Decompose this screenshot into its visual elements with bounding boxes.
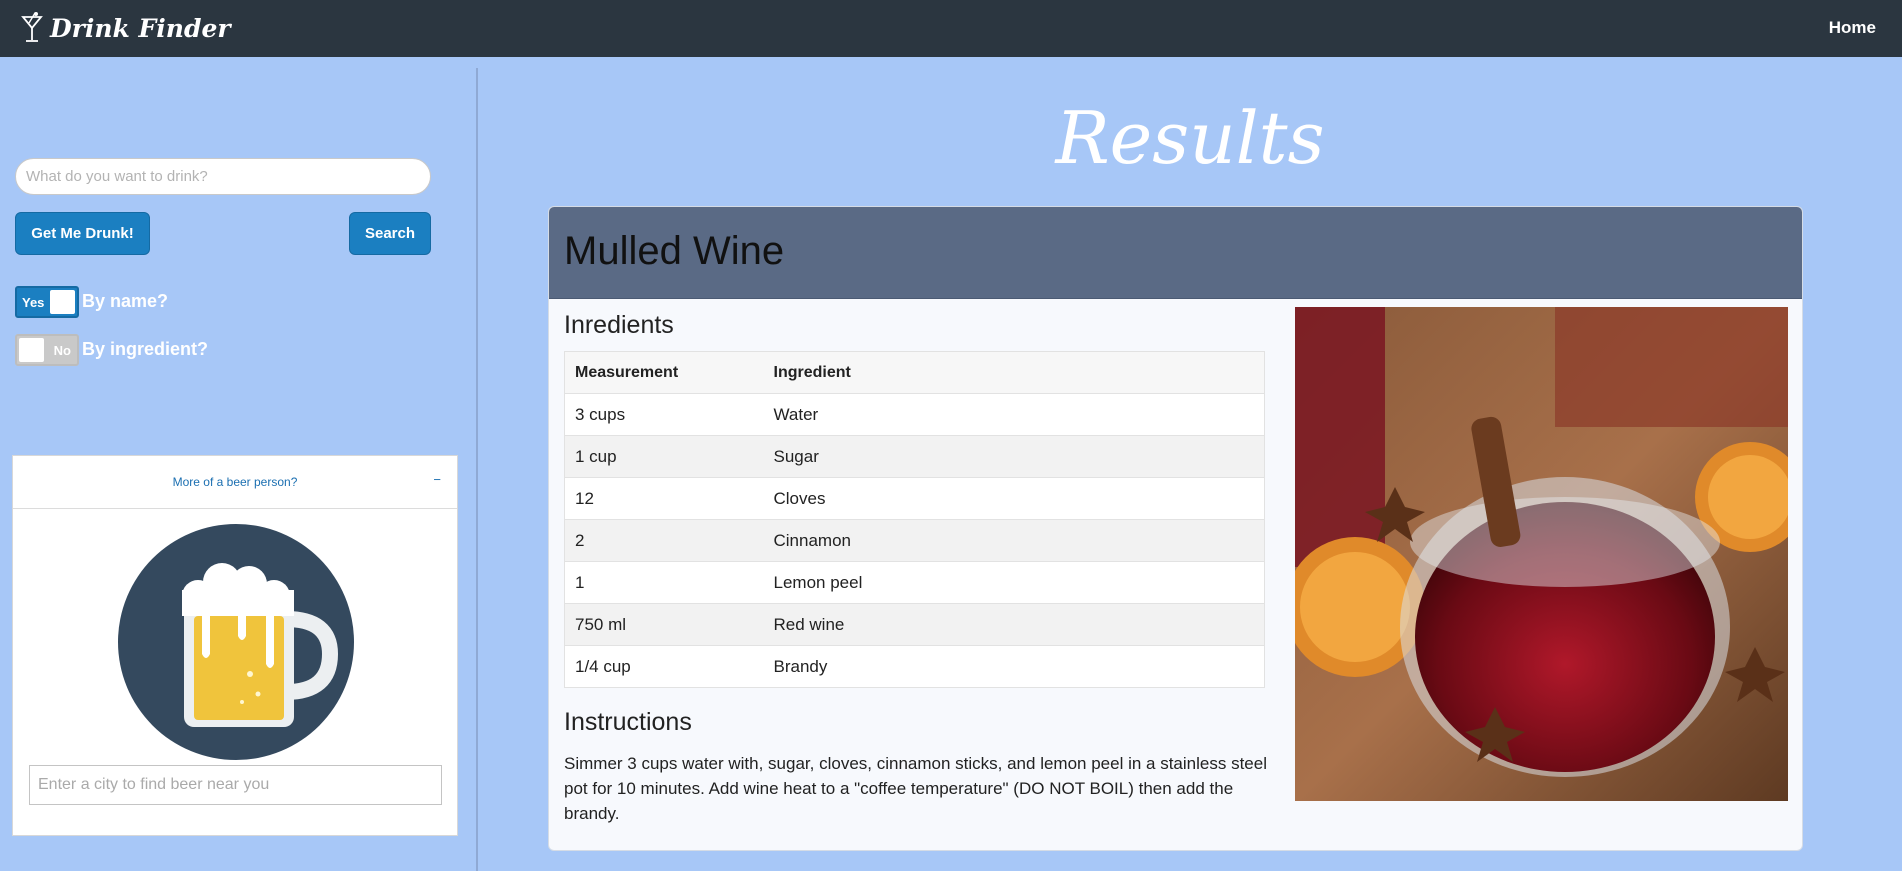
toggle-state-label: No (53, 343, 71, 358)
by-ingredient-label: By ingredient? (82, 339, 209, 359)
toggle-state-label: Yes (22, 295, 45, 310)
ingredient-cell: Brandy (763, 645, 1265, 688)
table-row: 2 Cinnamon (564, 519, 1265, 562)
beer-panel: More of a beer person? − (12, 455, 458, 836)
table-row: 3 cups Water (564, 393, 1265, 436)
ingredient-cell: Lemon peel (763, 561, 1265, 604)
get-me-drunk-button[interactable]: Get Me Drunk! (15, 212, 150, 255)
ingredient-cell: Cloves (763, 477, 1265, 520)
collapse-icon[interactable]: − (433, 472, 441, 487)
toggle-knob (50, 290, 75, 314)
city-search-input[interactable] (29, 765, 442, 805)
drink-name: Mulled Wine (564, 229, 785, 273)
table-row: 12 Cloves (564, 477, 1265, 520)
search-button[interactable]: Search (349, 212, 431, 255)
measurement-cell: 2 (564, 519, 764, 562)
measurement-cell: 750 ml (564, 603, 764, 646)
search-input[interactable] (15, 158, 431, 195)
brand-link[interactable]: Drink Finder (20, 8, 231, 48)
cocktail-glass-icon (21, 12, 43, 42)
table-row: 1/4 cup Brandy (564, 645, 1265, 688)
page-title: Results (1055, 96, 1325, 180)
drink-card-header: Mulled Wine (549, 207, 1802, 299)
instructions-heading: Instructions (564, 708, 692, 736)
brand-name: Drink Finder (50, 13, 231, 43)
toggle-knob (19, 338, 44, 362)
ingredient-cell: Cinnamon (763, 519, 1265, 562)
ingredient-cell: Water (763, 393, 1265, 436)
navbar: Drink Finder Home (0, 0, 1902, 57)
by-name-toggle[interactable]: Yes (15, 286, 79, 318)
instructions-text: Simmer 3 cups water with, sugar, cloves,… (564, 754, 1267, 823)
ingredient-cell: Sugar (763, 435, 1265, 478)
column-header-measurement: Measurement (564, 351, 764, 394)
drink-card: Mulled Wine Inredients Measurement Ingre… (548, 206, 1803, 851)
measurement-cell: 12 (564, 477, 764, 520)
beer-panel-header[interactable]: More of a beer person? − (13, 456, 457, 509)
by-name-label: By name? (82, 291, 169, 311)
beer-panel-title: More of a beer person? (172, 475, 298, 489)
measurement-cell: 1 cup (564, 435, 764, 478)
column-header-ingredient: Ingredient (763, 351, 1265, 394)
ingredient-cell: Red wine (763, 603, 1265, 646)
nav-home-link[interactable]: Home (1829, 18, 1876, 38)
measurement-cell: 1/4 cup (564, 645, 764, 688)
table-row: 750 ml Red wine (564, 603, 1265, 646)
by-ingredient-toggle[interactable]: No (15, 334, 79, 366)
drink-photo (1295, 307, 1788, 801)
table-row: 1 cup Sugar (564, 435, 1265, 478)
ingredients-table: Measurement Ingredient 3 cups Water 1 cup… (564, 351, 1265, 688)
beer-mug-icon (118, 524, 354, 760)
ingredients-heading: Inredients (564, 311, 674, 339)
sidebar-divider (476, 68, 478, 871)
measurement-cell: 1 (564, 561, 764, 604)
table-row: 1 Lemon peel (564, 561, 1265, 604)
table-header-row: Measurement Ingredient (564, 351, 1265, 394)
measurement-cell: 3 cups (564, 393, 764, 436)
